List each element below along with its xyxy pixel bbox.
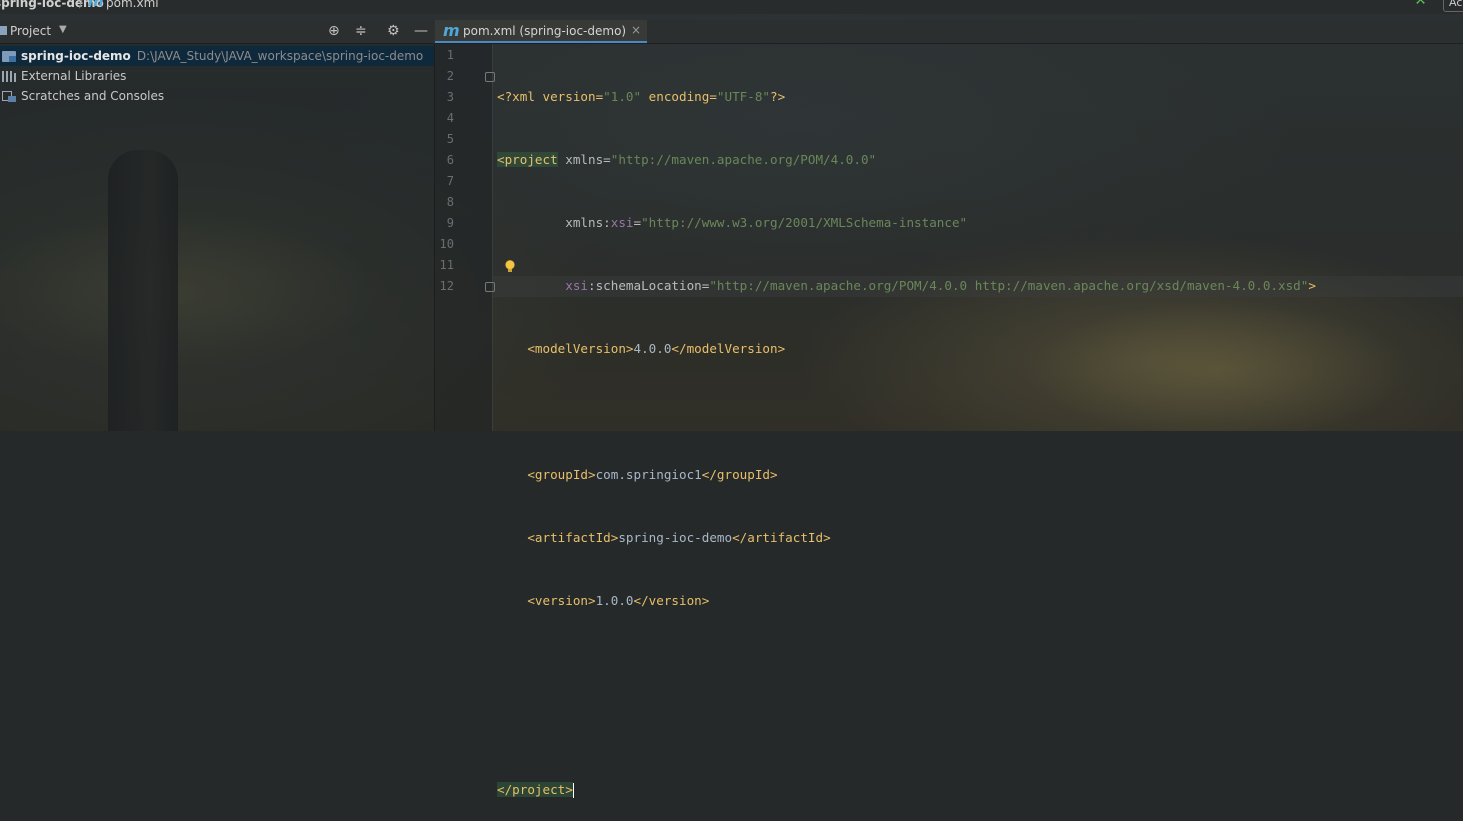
tree-item-label: spring-ioc-demo <box>21 49 131 63</box>
code-line-12: </project> <box>497 782 574 798</box>
target-icon[interactable]: ⊕ <box>328 23 340 39</box>
line-number: 6 <box>446 153 454 167</box>
editor-tab-bar: m pom.xml (spring-ioc-demo) × <box>435 20 1463 44</box>
line-number: 10 <box>439 237 454 251</box>
line-number: 9 <box>446 216 454 230</box>
scratches-icon <box>2 91 16 102</box>
tab-label: pom.xml (spring-ioc-demo) <box>463 24 627 38</box>
code-line-9: <version>1.0.0</version> <box>527 593 710 608</box>
gear-icon[interactable]: ⚙ <box>387 23 400 39</box>
tree-item-path: D:\JAVA_Study\JAVA_workspace\spring-ioc-… <box>136 49 424 63</box>
tree-item-label: Scratches and Consoles <box>21 89 165 103</box>
fold-icon[interactable] <box>485 72 495 82</box>
code-line-7: <groupId>com.springioc1</groupId> <box>527 467 778 482</box>
libraries-icon <box>2 71 16 82</box>
code-line-2: <project xmlns="http://maven.apache.org/… <box>497 152 877 167</box>
line-number: 2 <box>446 69 454 83</box>
line-number: 11 <box>439 258 454 272</box>
code-line-8: <artifactId>spring-ioc-demo</artifactId> <box>527 530 831 545</box>
line-number: 3 <box>446 90 454 104</box>
chevron-down-icon[interactable]: ▼ <box>59 24 67 35</box>
line-number: 8 <box>446 195 454 209</box>
project-folder-icon <box>0 26 7 35</box>
tab-pom-xml[interactable]: m pom.xml (spring-ioc-demo) × <box>435 20 647 43</box>
maven-file-icon: m <box>443 21 460 40</box>
breadcrumb-separator: / <box>79 0 84 10</box>
module-folder-icon <box>2 51 16 62</box>
project-view-selector[interactable]: Project <box>10 24 51 38</box>
line-number: 4 <box>446 111 454 125</box>
build-hammer-icon[interactable]: ⚒ <box>1414 0 1427 7</box>
code-line-4: xsi:schemaLocation="http://maven.apache.… <box>565 278 1316 293</box>
collapse-icon[interactable]: ≑ <box>355 23 367 39</box>
code-line-3: xmlns:xsi="http://www.w3.org/2001/XMLSch… <box>565 215 968 230</box>
tree-item-label: External Libraries <box>21 69 127 83</box>
project-tree: spring-ioc-demo D:\JAVA_Study\JAVA_worksp… <box>0 44 435 431</box>
line-number: 5 <box>446 132 454 146</box>
breadcrumb-file[interactable]: pom.xml <box>106 0 159 9</box>
project-panel-header: Project ▼ ⊕ ≑ ⚙ — <box>0 20 434 44</box>
minimize-icon[interactable]: — <box>414 23 428 39</box>
add-configuration-button[interactable]: Ac <box>1443 0 1463 12</box>
lightbulb-icon[interactable] <box>505 260 515 272</box>
code-editor[interactable]: <?xml version="1.0" encoding="UTF-8"?> <… <box>497 44 1316 821</box>
line-number: 1 <box>446 48 454 62</box>
line-number: 12 <box>439 279 454 293</box>
close-icon[interactable]: × <box>631 23 641 37</box>
navigation-bar: spring-ioc-demo / m pom.xml ⚒ Ac <box>0 0 1463 14</box>
code-line-5: <modelVersion>4.0.0</modelVersion> <box>527 341 786 356</box>
code-line-1: <?xml version="1.0" encoding="UTF-8"?> <box>497 89 786 104</box>
line-number: 7 <box>446 174 454 188</box>
maven-file-icon: m <box>88 0 104 10</box>
fold-icon[interactable] <box>485 282 495 292</box>
tree-item-spring-ioc-demo[interactable]: spring-ioc-demo D:\JAVA_Study\JAVA_worksp… <box>0 46 434 66</box>
text-cursor <box>572 783 574 798</box>
